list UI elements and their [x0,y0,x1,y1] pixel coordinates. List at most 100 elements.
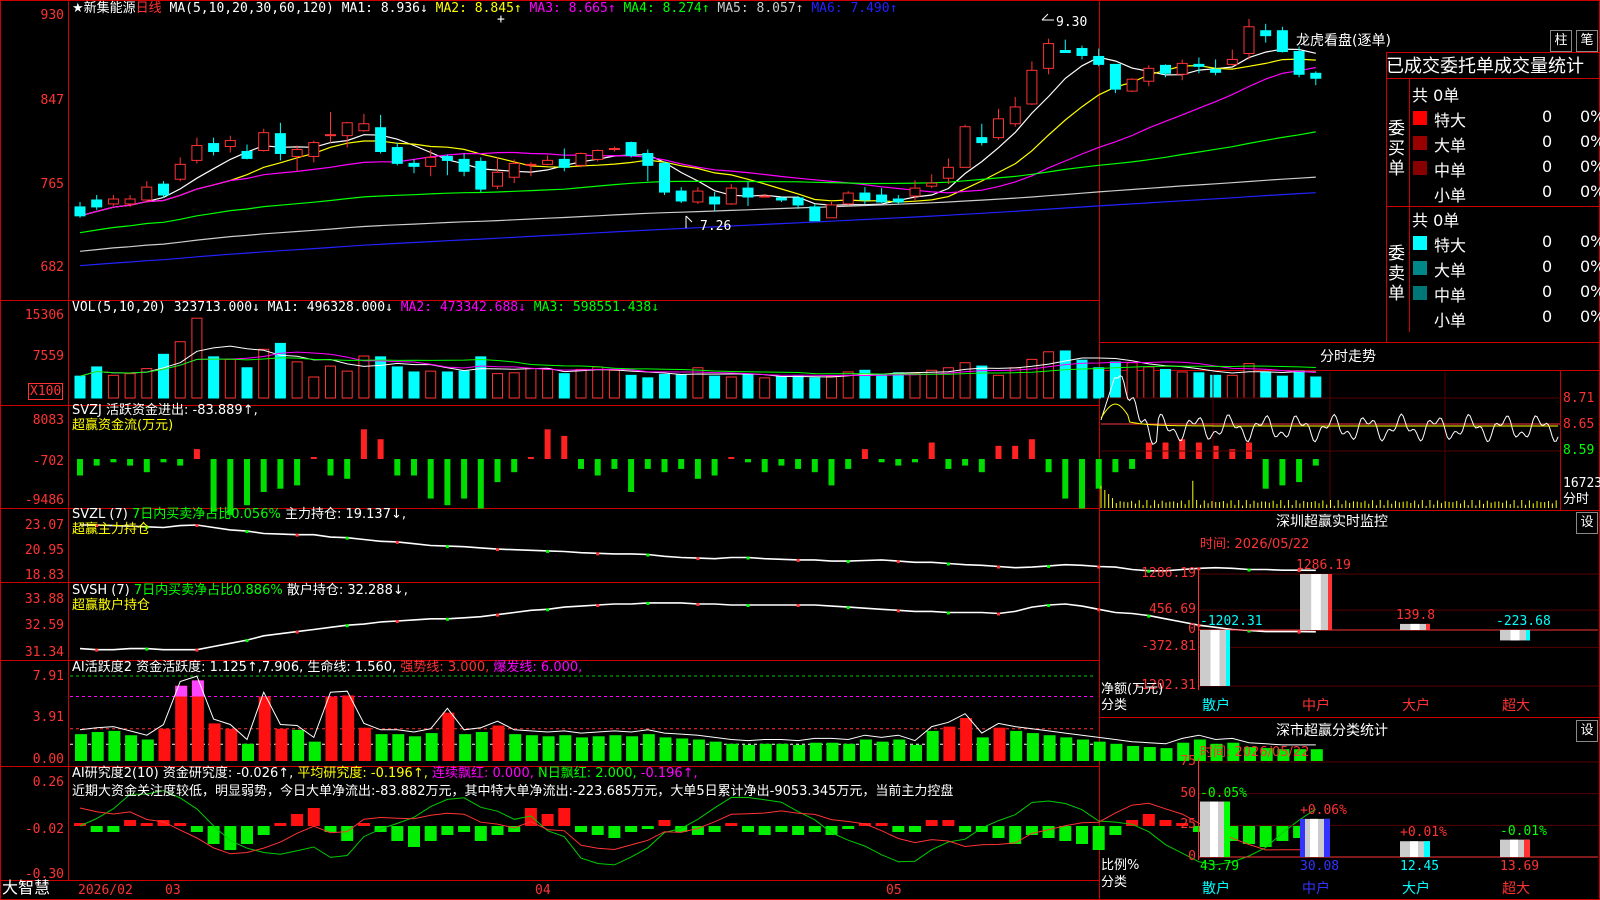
ai1-bar [1310,749,1323,761]
volume-bar [458,370,470,399]
volume-bar [174,341,186,399]
ai1-tick-1: 3.91 [32,710,64,725]
candle-body [124,198,136,205]
volume-panel[interactable] [74,317,1322,399]
volume-bar [107,374,119,399]
column-mode-button[interactable]: 柱 [1550,30,1572,52]
ai2-bar [875,823,888,826]
candle-body [675,190,687,202]
monitor-cat-3: 超大 [1502,698,1530,714]
ai2-bar [140,823,153,826]
monitor-title: 深圳超赢实时监控 [1276,514,1388,530]
candle-body [408,162,420,167]
ai1-bar [960,718,973,761]
ai2-bar [1159,820,1172,826]
volume-bar [959,362,971,399]
ai1-bar [108,730,121,761]
svzl-dot [846,560,850,564]
class-cat-2: 大户 [1402,881,1430,897]
class-tick-1: 50 [1180,785,1196,801]
svzj-bar [377,439,384,459]
ai1-bar [292,729,305,761]
low-arrow [685,215,693,228]
ai1-bar [609,735,622,761]
date-label-apr: 04 [535,883,551,898]
ai-research-panel[interactable] [74,789,1322,866]
sell-swatch-1 [1413,261,1427,275]
svzj-bar [444,459,451,506]
svsh-dot [696,602,700,606]
volume-bar [1210,374,1222,399]
svsh-line2: 超赢散户持仓 [72,598,151,613]
tick-mode-button[interactable]: 笔 [1576,30,1598,52]
ai1-tick-0: 7.91 [32,669,64,684]
ai1-bar [358,727,371,761]
sell-size-2: 中单 [1434,286,1467,305]
class-bar-edge-left [1300,818,1305,857]
svsh-header: SVSH (7) 7日内买卖净占比0.886% 散户持仓: 32.288↓, 超… [72,583,408,613]
table-header: 已成交委托单成交量统计 [1386,56,1584,77]
class-cat-1: 中户 [1302,881,1330,897]
monitor-bar-edge [1526,630,1530,641]
candle-body [659,162,670,193]
class-bar-shine [1410,841,1418,857]
svsh-hold: 散户持仓: 32.288↓, [286,583,408,598]
volume-bar [325,365,336,399]
svzj-panel[interactable] [77,429,1319,516]
dragon-title: 龙虎看盘(逐单) [1296,33,1391,49]
ai2-bar [458,826,471,832]
ai2-bar [1276,826,1289,841]
svzj-bar [327,459,334,476]
ai1-bar [676,738,689,761]
candle-body [441,155,453,161]
svzj-bar [795,459,802,469]
price-panel[interactable]: 9.307.26+ [74,12,1322,267]
ai2-bar [1243,826,1255,844]
volume-bar [892,372,904,399]
ai2-bar [307,808,320,826]
monitor-bar-3 [1500,630,1530,641]
class-ylabel: 比例% [1101,858,1140,873]
volume-bar [1310,376,1322,399]
date-label-feb: 2026/02 [78,883,133,898]
class-bar-edge [1524,839,1530,857]
ai2-bar [825,826,838,835]
volume-bar [525,368,537,399]
ai1-bar [559,735,572,761]
ai2-bar [107,826,120,832]
volume-bar [492,373,503,399]
svzl-tick-0: 23.07 [24,518,64,533]
ai1-bar [859,739,872,761]
ai2-bar [909,826,921,832]
sell-swatch-0 [1413,236,1427,250]
svzj-bar [694,459,701,479]
ai1-bar [726,743,739,761]
svzl-dot [1247,568,1251,572]
svzj-bar [93,459,100,466]
period-label[interactable]: 日线 [136,1,162,16]
candle-body [308,142,320,157]
date-label-mar: 03 [165,883,181,898]
svzl-prefix: SVZL (7) [72,507,132,522]
intraday-title: 分时走势 [1320,349,1376,365]
sell-pct-2: 0% [1580,282,1600,301]
svzj-bar [561,435,568,459]
sell-swatch-3 [1413,311,1427,325]
volume-bar [375,356,387,399]
stock-name[interactable]: ★新集能源 [72,1,136,16]
monitor-settings-button[interactable]: 设 [1576,512,1598,534]
ai1-bar [1060,737,1073,761]
candle-body [91,199,103,208]
candle-body [525,163,537,166]
volume-bar [124,373,136,399]
ai2-bar [892,826,905,832]
svzj-bar [1129,459,1136,469]
svzj-bar [461,459,468,499]
volume-bar [592,366,604,399]
buy-swatch-1 [1413,136,1427,150]
svzj-bar [1028,439,1035,459]
ai1-bar [993,727,1006,761]
buy-group-char: 单 [1388,159,1405,179]
ai1-bar [1127,745,1140,761]
class-settings-button[interactable]: 设 [1576,720,1598,742]
